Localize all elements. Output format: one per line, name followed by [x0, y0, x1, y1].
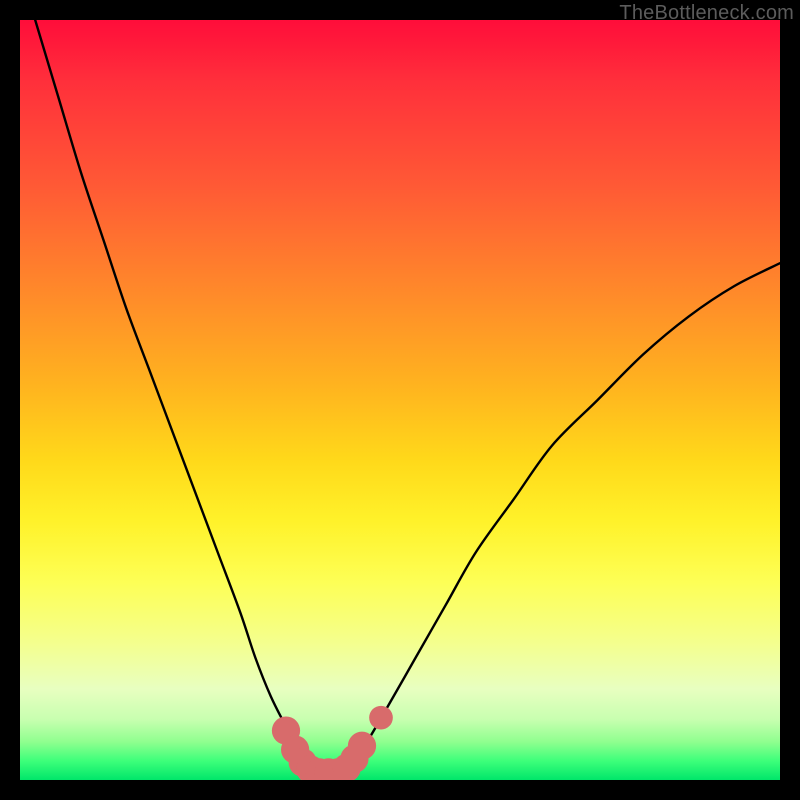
chart-frame [20, 20, 780, 780]
bottleneck-curve [35, 20, 780, 776]
curve-marker [348, 732, 376, 760]
chart-svg [20, 20, 780, 780]
curve-markers [272, 706, 393, 780]
curve-marker [369, 706, 393, 730]
